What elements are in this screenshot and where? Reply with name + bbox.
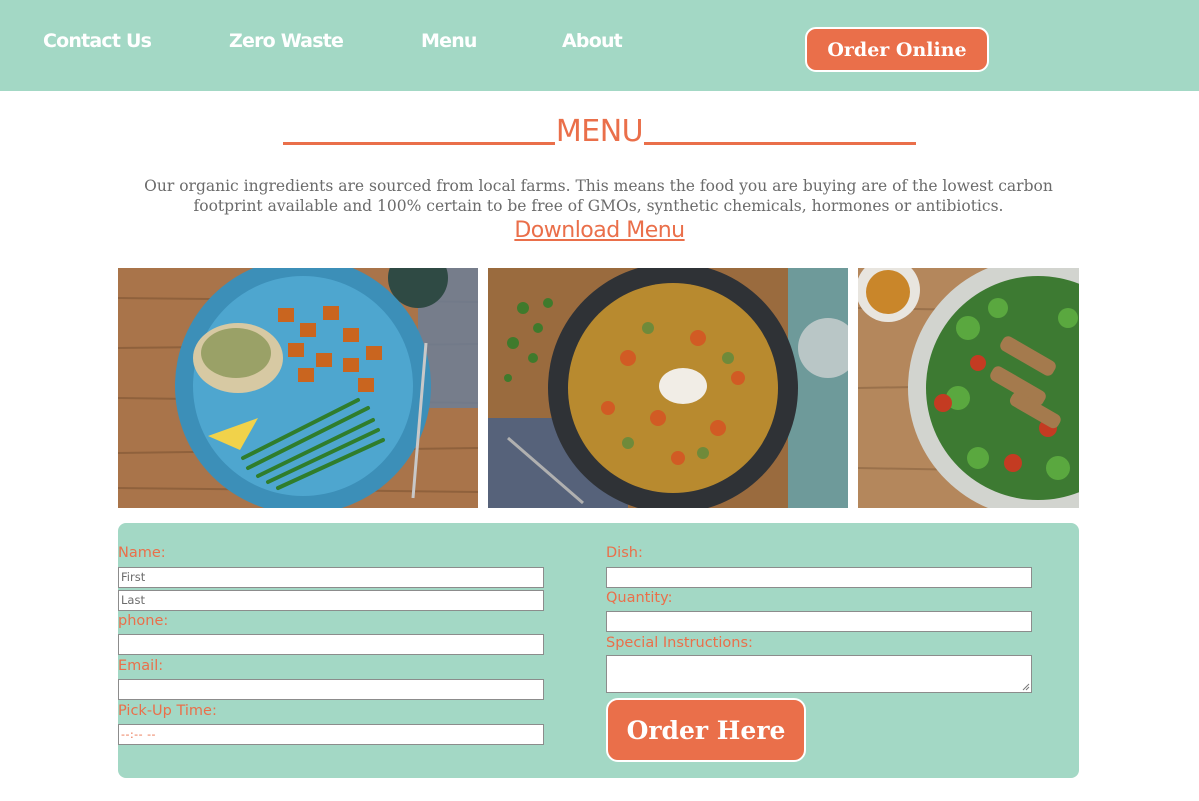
dish-photo-3 bbox=[858, 268, 1079, 508]
nav-link-contact-us[interactable]: Contact Us bbox=[43, 30, 152, 52]
last-name-input[interactable]: Last bbox=[118, 590, 544, 611]
order-here-button[interactable]: Order Here bbox=[606, 698, 806, 762]
page-title-text: MENU bbox=[555, 114, 644, 149]
quantity-input[interactable] bbox=[606, 611, 1032, 632]
phone-input[interactable] bbox=[118, 634, 544, 655]
email-input[interactable] bbox=[118, 679, 544, 700]
quantity-label: Quantity: bbox=[606, 590, 673, 606]
order-online-button[interactable]: Order Online bbox=[805, 27, 989, 72]
top-nav-bar: Contact Us Zero Waste Menu About Order O… bbox=[0, 0, 1199, 91]
nav-link-zero-waste[interactable]: Zero Waste bbox=[229, 30, 344, 52]
special-instructions-textarea[interactable] bbox=[606, 655, 1032, 693]
special-instructions-label: Special Instructions: bbox=[606, 635, 753, 651]
resize-grip-icon[interactable] bbox=[1022, 683, 1030, 691]
intro-paragraph: Our organic ingredients are sourced from… bbox=[144, 177, 1053, 215]
nav-link-menu[interactable]: Menu bbox=[421, 30, 477, 52]
title-right-rule bbox=[644, 142, 917, 145]
download-menu-container: Download Menu bbox=[0, 218, 1199, 243]
pickup-time-input[interactable]: --:-- -- bbox=[118, 724, 544, 745]
pickup-time-label: Pick-Up Time: bbox=[118, 703, 217, 719]
phone-label: phone: bbox=[118, 613, 169, 629]
dish-input[interactable] bbox=[606, 567, 1032, 588]
download-menu-link[interactable]: Download Menu bbox=[514, 218, 685, 243]
first-name-input[interactable]: First bbox=[118, 567, 544, 588]
dish-label: Dish: bbox=[606, 545, 643, 561]
nav-link-about[interactable]: About bbox=[562, 30, 623, 52]
name-label: Name: bbox=[118, 545, 166, 561]
email-label: Email: bbox=[118, 658, 164, 674]
title-left-rule bbox=[282, 142, 555, 145]
photo-gallery bbox=[118, 268, 1079, 508]
dish-photo-1 bbox=[118, 268, 478, 508]
dish-photo-2 bbox=[488, 268, 848, 508]
page-title: MENU bbox=[0, 114, 1199, 149]
